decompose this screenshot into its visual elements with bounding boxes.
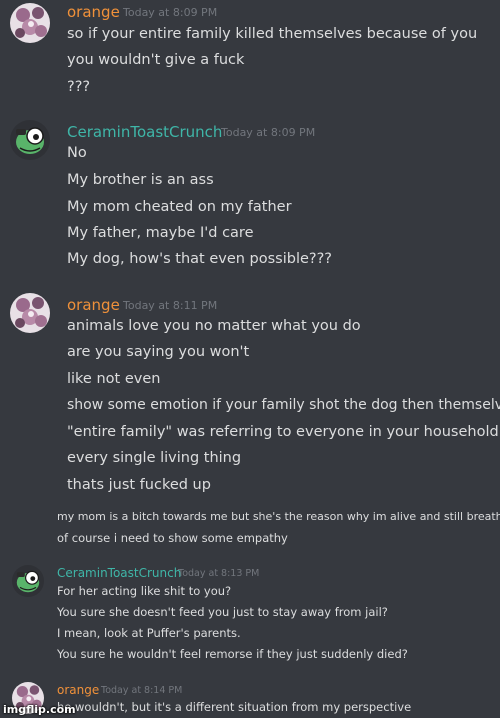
username[interactable]: orange [57, 683, 99, 697]
message-line: No [67, 145, 87, 161]
message-line: are you saying you won't [67, 344, 250, 360]
message-line: like not even [67, 371, 161, 387]
message-line: My mom cheated on my father [67, 199, 292, 215]
username[interactable]: CeraminToastCrunch [57, 566, 181, 580]
timestamp: Today at 8:09 PM [123, 6, 218, 19]
message-line: animals love you no matter what you do [67, 318, 361, 334]
avatar[interactable] [12, 565, 44, 597]
message-line: My brother is an ass [67, 172, 214, 188]
message-line: every single living thing [67, 450, 242, 466]
username[interactable]: orange [67, 296, 120, 314]
timestamp: Today at 8:11 PM [123, 299, 218, 312]
username[interactable]: orange [67, 3, 120, 21]
message-line: so if your entire family killed themselv… [67, 26, 478, 42]
watermark: imgflip.com [3, 703, 76, 716]
message-line: You sure he wouldn't feel remorse if the… [57, 647, 408, 661]
message-line: ??? [67, 79, 91, 95]
message-line: I mean, look at Puffer's parents. [57, 626, 241, 640]
message-line: "entire family" was referring to everyon… [67, 424, 499, 440]
avatar[interactable] [10, 293, 50, 333]
message-line: For her acting like shit to you? [57, 584, 232, 598]
message-line: You sure she doesn't feed you just to st… [57, 605, 388, 619]
username[interactable]: CeraminToastCrunch [67, 123, 222, 141]
message-line: of course i need to show some empathy [57, 531, 288, 545]
timestamp: Today at 8:13 PM [178, 568, 260, 579]
message-line: my mom is a bitch towards me but she's t… [57, 510, 500, 523]
message-line: My father, maybe I'd care [67, 225, 254, 241]
timestamp: Today at 8:09 PM [221, 126, 316, 139]
message-line: show some emotion if your family shot th… [67, 397, 500, 413]
avatar[interactable] [10, 120, 50, 160]
message-line: you wouldn't give a fuck [67, 52, 245, 68]
message-line: he wouldn't, but it's a different situat… [57, 700, 412, 714]
avatar[interactable] [10, 3, 50, 43]
message-line: thats just fucked up [67, 477, 211, 493]
timestamp: Today at 8:14 PM [101, 685, 183, 696]
message-line: My dog, how's that even possible??? [67, 251, 333, 267]
